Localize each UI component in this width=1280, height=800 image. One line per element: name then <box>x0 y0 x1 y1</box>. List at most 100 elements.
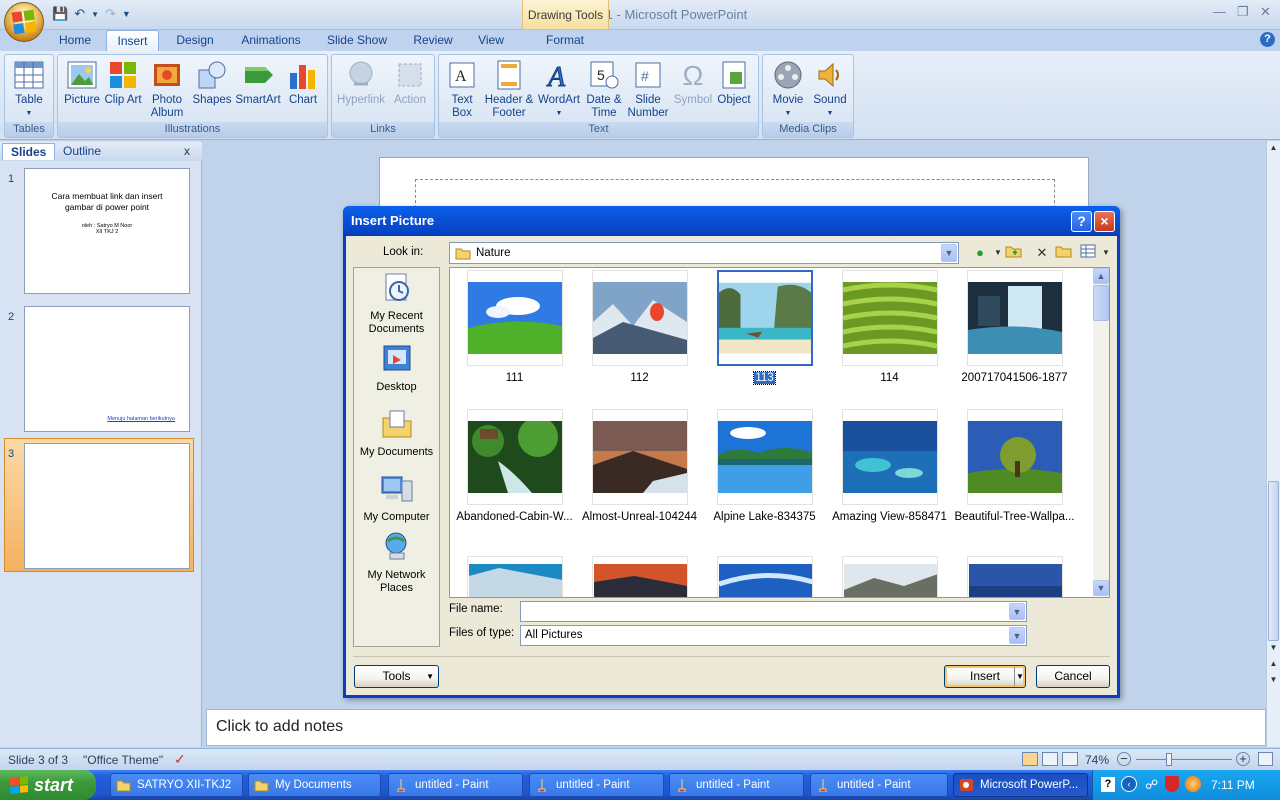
next-slide-icon[interactable]: ▼ <box>1268 675 1279 689</box>
taskbar-item[interactable]: SATRYO XII-TKJ2 <box>110 773 243 797</box>
tab-slide-show[interactable]: Slide Show <box>318 30 396 51</box>
insert-dropdown-icon[interactable]: ▼ <box>1014 667 1025 686</box>
dialog-close-button[interactable]: × <box>1094 211 1115 232</box>
slide-thumbnail-3[interactable] <box>24 443 190 569</box>
scroll-thumb[interactable] <box>1093 285 1109 321</box>
chevron-down-icon[interactable]: ▼ <box>1009 627 1025 644</box>
antivirus-icon[interactable] <box>1185 776 1201 792</box>
close-window-icon[interactable]: ✕ <box>1260 4 1271 20</box>
delete-icon[interactable]: ✕ <box>1032 244 1052 262</box>
views-dropdown-icon[interactable]: ▼ <box>1096 244 1116 262</box>
previous-slide-icon[interactable]: ▲ <box>1268 659 1279 673</box>
tab-insert[interactable]: Insert <box>106 30 159 51</box>
slide-show-view-icon[interactable] <box>1062 752 1078 766</box>
wordart-button[interactable]: A WordArt ▼ <box>535 60 583 120</box>
taskbar-item[interactable]: untitled - Paint <box>388 773 523 797</box>
place-my-documents[interactable]: My Documents <box>353 408 440 459</box>
zoom-slider-thumb[interactable] <box>1166 753 1172 766</box>
table-button[interactable]: Table ▼ <box>8 60 50 120</box>
new-folder-icon[interactable] <box>1054 244 1074 262</box>
file-tile[interactable]: 114 <box>827 270 952 385</box>
tab-outline[interactable]: Outline <box>55 143 109 160</box>
minimize-icon[interactable]: — <box>1213 4 1226 19</box>
file-tile[interactable]: Almost-Unreal-104244 <box>577 409 702 524</box>
slide-sorter-icon[interactable] <box>1042 752 1058 766</box>
scroll-up-icon[interactable]: ▲ <box>1093 268 1109 284</box>
taskbar-item[interactable]: untitled - Paint <box>669 773 804 797</box>
fit-to-window-icon[interactable] <box>1258 752 1273 766</box>
taskbar-item-active[interactable]: Microsoft PowerP... <box>953 773 1088 797</box>
place-my-recent-documents[interactable]: My Recent Documents <box>353 272 440 336</box>
views-icon[interactable] <box>1078 244 1098 262</box>
date-time-button[interactable]: 5 Date & Time <box>585 60 623 120</box>
file-tile[interactable]: 112 <box>577 270 702 385</box>
action-button[interactable]: Action <box>390 60 430 107</box>
picture-button[interactable]: Picture <box>61 60 103 107</box>
tab-animations[interactable]: Animations <box>232 30 310 51</box>
file-tile[interactable]: 111 <box>452 270 577 385</box>
normal-view-icon[interactable] <box>1022 752 1038 766</box>
tab-slides[interactable]: Slides <box>2 143 56 160</box>
help-tray-icon[interactable]: ? <box>1101 777 1115 792</box>
tools-button[interactable]: Tools ▼ <box>354 665 439 688</box>
object-button[interactable]: Object <box>714 60 754 107</box>
file-tile[interactable]: Beautiful-Tree-Wallpa... <box>952 409 1077 524</box>
scroll-up-icon[interactable]: ▲ <box>1268 143 1279 155</box>
place-my-network-places[interactable]: My Network Places <box>353 531 440 595</box>
zoom-in-icon[interactable]: + <box>1236 752 1250 766</box>
chevron-down-icon[interactable]: ▼ <box>941 244 957 262</box>
file-name-input[interactable]: ▼ <box>520 601 1027 622</box>
help-icon[interactable]: ? <box>1260 32 1275 47</box>
files-of-type-select[interactable]: All Pictures ▼ <box>520 625 1027 646</box>
security-shield-icon[interactable] <box>1165 776 1179 792</box>
smartart-button[interactable]: SmartArt <box>234 60 282 107</box>
hyperlink-button[interactable]: Hyperlink <box>334 60 388 107</box>
shapes-button[interactable]: Shapes <box>192 60 232 107</box>
start-button[interactable]: start <box>0 770 96 800</box>
zoom-slider[interactable] <box>1136 759 1232 760</box>
sound-button[interactable]: Sound ▼ <box>809 60 851 120</box>
spell-check-icon[interactable]: ✓ <box>174 751 186 768</box>
cancel-button[interactable]: Cancel <box>1036 665 1110 688</box>
slide-number-button[interactable]: # Slide Number <box>625 60 671 120</box>
scroll-thumb[interactable] <box>1268 481 1279 641</box>
zoom-level[interactable]: 74% <box>1085 753 1109 767</box>
network-icon[interactable]: ☍ <box>1145 777 1158 793</box>
file-tile-selected[interactable]: 113 <box>702 270 827 385</box>
scroll-down-icon[interactable]: ▼ <box>1093 580 1109 596</box>
file-tile-partial[interactable] <box>592 556 688 597</box>
movie-button[interactable]: Movie ▼ <box>767 60 809 120</box>
file-tile-partial[interactable] <box>842 556 938 597</box>
file-tile[interactable]: 200717041506-1877 <box>952 270 1077 385</box>
file-tile-partial[interactable] <box>967 556 1063 597</box>
tab-design[interactable]: Design <box>168 30 222 51</box>
close-pane-icon[interactable]: x <box>184 144 190 158</box>
file-tile-partial[interactable] <box>717 556 813 597</box>
tray-arrow-icon[interactable]: ‹ <box>1121 776 1137 792</box>
clip-art-button[interactable]: Clip Art <box>104 60 142 107</box>
photo-album-button[interactable]: Photo Album <box>143 60 191 120</box>
tab-home[interactable]: Home <box>52 30 98 51</box>
slide-thumbnail-1[interactable]: Cara membuat link dan insert gambar di p… <box>24 168 190 294</box>
up-folder-icon[interactable] <box>1004 244 1024 262</box>
file-tile[interactable]: Abandoned-Cabin-W... <box>452 409 577 524</box>
symbol-button[interactable]: Ω Symbol <box>672 60 714 107</box>
taskbar-item[interactable]: untitled - Paint <box>810 773 948 797</box>
look-in-select[interactable]: Nature ▼ <box>449 242 959 264</box>
chevron-down-icon[interactable]: ▼ <box>1009 603 1025 620</box>
slide-thumbnail-2[interactable]: Menuju halaman berikutnya <box>24 306 190 432</box>
tab-review[interactable]: Review <box>405 30 461 51</box>
notes-pane[interactable]: Click to add notes <box>206 709 1266 746</box>
restore-icon[interactable]: ❐ <box>1237 4 1249 20</box>
header-footer-button[interactable]: Header & Footer <box>484 60 534 120</box>
zoom-out-icon[interactable]: − <box>1117 752 1131 766</box>
chart-button[interactable]: Chart <box>284 60 322 107</box>
text-box-button[interactable]: A Text Box <box>443 60 481 120</box>
file-tile[interactable]: Alpine Lake-834375 <box>702 409 827 524</box>
file-list-scrollbar[interactable]: ▲ ▼ <box>1093 268 1109 597</box>
taskbar-item[interactable]: My Documents <box>248 773 381 797</box>
tab-view[interactable]: View <box>470 30 512 51</box>
dialog-help-button[interactable]: ? <box>1071 211 1092 232</box>
tab-format[interactable]: Format <box>537 30 593 51</box>
place-my-computer[interactable]: My Computer <box>353 473 440 524</box>
